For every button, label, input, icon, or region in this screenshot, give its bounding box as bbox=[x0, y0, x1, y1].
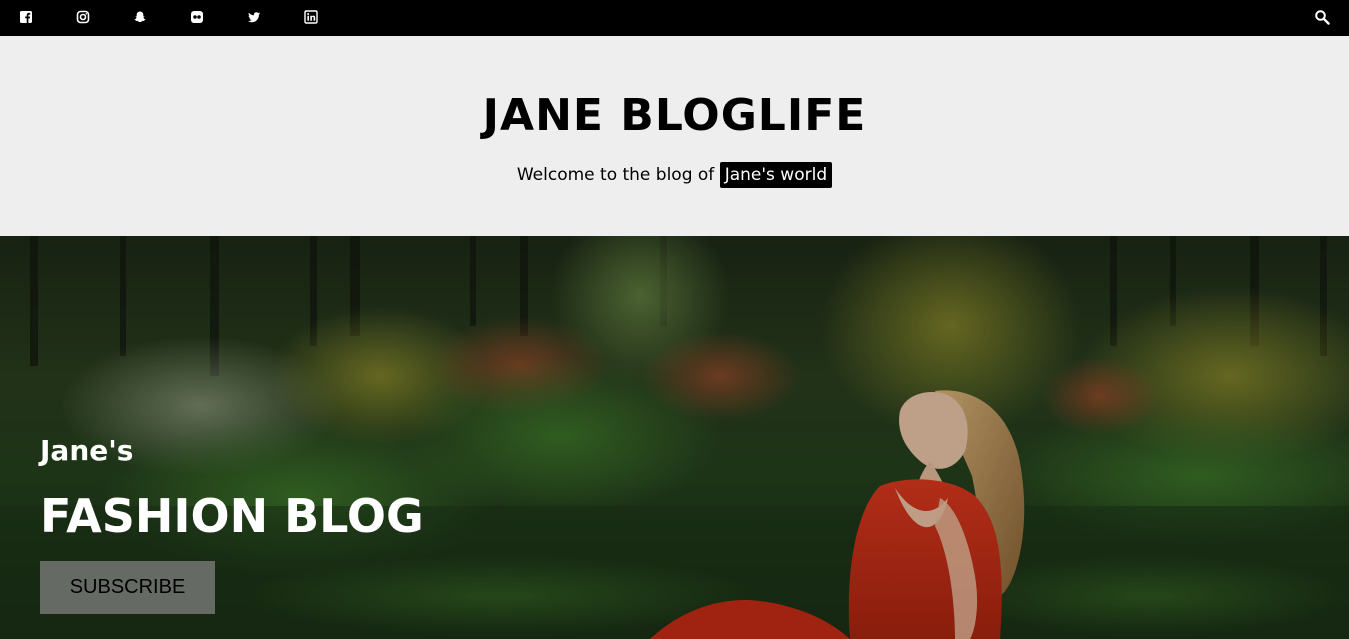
site-header: JANE BLOGLIFE Welcome to the blog of Jan… bbox=[0, 36, 1349, 236]
site-tagline: Welcome to the blog of Jane's world bbox=[0, 162, 1349, 188]
hero-kicker: Jane's bbox=[40, 434, 134, 467]
hero-banner: Jane's FASHION BLOG SUBSCRIBE bbox=[0, 236, 1349, 639]
top-bar bbox=[0, 0, 1349, 36]
tagline-text: Welcome to the blog of bbox=[516, 165, 715, 185]
facebook-icon[interactable] bbox=[19, 10, 33, 24]
instagram-icon[interactable] bbox=[76, 10, 90, 24]
twitter-icon[interactable] bbox=[247, 10, 261, 24]
linkedin-icon[interactable] bbox=[304, 10, 318, 24]
hero-title: FASHION BLOG bbox=[40, 489, 424, 543]
snapchat-icon[interactable] bbox=[133, 10, 147, 24]
flickr-icon[interactable] bbox=[190, 10, 204, 24]
search-icon[interactable] bbox=[1314, 9, 1330, 25]
site-title[interactable]: JANE BLOGLIFE bbox=[0, 88, 1349, 144]
subscribe-button[interactable]: SUBSCRIBE bbox=[40, 561, 215, 614]
tagline-highlight: Jane's world bbox=[719, 162, 833, 188]
